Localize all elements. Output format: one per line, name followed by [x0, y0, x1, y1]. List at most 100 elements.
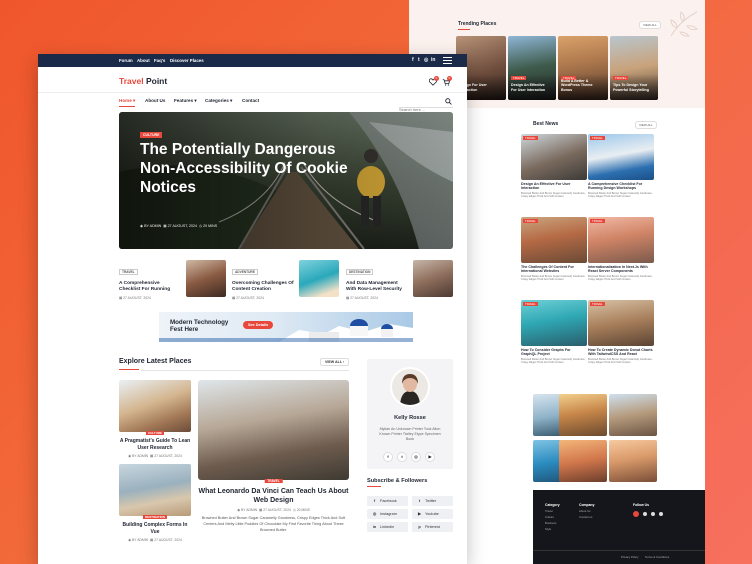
best-news-view-all[interactable]: VIEW ALL: [635, 121, 657, 129]
youtube-follow-button[interactable]: ▶ Youtube: [412, 509, 453, 519]
mini-post-tag[interactable]: ADVENTURE: [232, 269, 258, 275]
post-card-tag[interactable]: CULTURE: [145, 431, 165, 435]
author-name[interactable]: Kelly Rosse: [367, 415, 453, 421]
news-tag: TRAVEL: [590, 302, 605, 306]
gallery-image[interactable]: [609, 394, 657, 436]
post-card[interactable]: DESTINATION Building Complex Forms In Vu…: [119, 464, 191, 542]
trending-view-all[interactable]: VIEW ALL: [639, 21, 661, 29]
footer-link[interactable]: About Us: [579, 509, 591, 513]
post-card-title[interactable]: A Pragmatist's Guide To Lean User Resear…: [119, 438, 191, 451]
gallery-image[interactable]: [559, 394, 607, 436]
facebook-icon[interactable]: f: [383, 452, 393, 462]
explore-view-all[interactable]: VIEW ALL ›: [320, 358, 350, 366]
twitter-icon[interactable]: [643, 512, 647, 516]
mini-post[interactable]: DESTINATION And Data Management With Row…: [346, 260, 453, 300]
site-logo[interactable]: Travel Point: [119, 76, 167, 86]
topbar-link-forum[interactable]: Forum: [119, 58, 133, 63]
mini-post-tag[interactable]: DESTINATION: [346, 269, 374, 275]
trending-card[interactable]: TRAVEL Build A Better & WordPress Theme …: [558, 36, 608, 100]
nav-categories[interactable]: Categories ▾: [205, 98, 232, 104]
terms-link[interactable]: Terms & Conditions: [645, 555, 669, 559]
mini-post-title[interactable]: Overcoming Challenges Of Content Creatio…: [232, 281, 294, 293]
news-card[interactable]: TRAVEL The Challenges Of Content For Int…: [521, 217, 587, 282]
facebook-follow-button[interactable]: f Facebook: [367, 496, 408, 506]
nav-home[interactable]: Home ▾: [119, 98, 135, 104]
news-card[interactable]: TRAVEL How To Consider Graphs For GraphQ…: [521, 300, 587, 365]
news-card[interactable]: TRAVEL Internationalization In Next.Js W…: [588, 217, 654, 282]
instagram-icon[interactable]: [651, 512, 655, 516]
hero-title[interactable]: The Potentially Dangerous Non-Accessibil…: [140, 140, 360, 197]
nav-about-us[interactable]: About Us: [145, 98, 165, 103]
mini-post-thumb[interactable]: [413, 260, 453, 297]
footer-link[interactable]: Style: [545, 527, 551, 531]
trending-card[interactable]: TRAVEL Tips To Design Your Powerful Stor…: [610, 36, 658, 100]
mini-post-title[interactable]: And Data Management With Row-Level Secur…: [346, 281, 408, 293]
pinterest-follow-button[interactable]: p Pinterest: [412, 522, 453, 532]
twitter-icon[interactable]: t: [418, 57, 420, 63]
topbar-link-faqs[interactable]: Faq's: [154, 58, 165, 63]
news-title: Internationalization In Next.Js With Rea…: [588, 265, 648, 274]
linkedin-icon: in: [372, 525, 377, 529]
nav-contact[interactable]: Contact: [242, 98, 259, 103]
privacy-link[interactable]: Privacy Policy: [621, 555, 638, 559]
youtube-icon[interactable]: [659, 512, 663, 516]
mini-post[interactable]: TRAVEL A Comprehensive Checklist For Run…: [119, 260, 226, 300]
instagram-icon[interactable]: ◎: [424, 57, 428, 63]
post-card-image[interactable]: DESTINATION: [119, 464, 191, 519]
gallery-image[interactable]: [609, 440, 657, 482]
post-card-author: BY ADMIN: [131, 454, 149, 458]
featured-post-tag[interactable]: TRAVEL: [264, 479, 283, 483]
trending-card[interactable]: TRAVEL Design An Effective For User Inte…: [508, 36, 556, 100]
logo-point: Point: [145, 76, 168, 86]
hamburger-menu-icon[interactable]: [443, 57, 452, 64]
footer-follow-title: Follow Us: [633, 503, 650, 507]
twitter-icon[interactable]: t: [397, 452, 407, 462]
footer-link[interactable]: Travel: [545, 509, 553, 513]
mini-post-thumb[interactable]: [299, 260, 339, 297]
gallery-image[interactable]: [559, 440, 607, 482]
hero-tag[interactable]: CULTURE: [140, 132, 163, 138]
facebook-icon[interactable]: f: [412, 57, 414, 63]
mini-post-title[interactable]: A Comprehensive Checklist For Running: [119, 281, 181, 293]
linkedin-icon[interactable]: in: [431, 57, 435, 63]
post-card-tag[interactable]: DESTINATION: [142, 515, 168, 519]
footer-link[interactable]: Business: [545, 521, 556, 525]
footer-link[interactable]: Culture: [545, 515, 554, 519]
news-title: A Comprehensive Checklist For Running De…: [588, 182, 643, 191]
featured-post-title[interactable]: What Leonardo Da Vinci Can Teach Us Abou…: [198, 487, 349, 505]
mini-post-thumb[interactable]: [186, 260, 226, 297]
featured-post-read-time: 20 MINS: [296, 508, 310, 513]
post-card-image[interactable]: CULTURE: [119, 380, 191, 435]
trending-caption: Build A Better & WordPress Theme Bonus: [561, 79, 593, 92]
news-card[interactable]: TRAVEL Design An Effective For User Inte…: [521, 134, 587, 199]
news-title: How To Create Dynamic Donut Charts With …: [588, 348, 653, 357]
mini-post-tag[interactable]: TRAVEL: [119, 269, 138, 275]
news-desc: Browned Butter And Brown Sugar Caramelly…: [521, 274, 586, 282]
featured-post-date: 27 AUGUST, 2024: [263, 508, 291, 513]
news-card[interactable]: TRAVEL How To Create Dynamic Donut Chart…: [588, 300, 654, 365]
see-details-button[interactable]: See Details: [243, 321, 274, 329]
promo-banner[interactable]: Modern Technology Fest Here See Details: [159, 312, 413, 342]
topbar-link-discover[interactable]: Discover Places: [170, 58, 204, 63]
trending-caption: Design An Effective For User Interaction: [511, 83, 546, 92]
nav-features[interactable]: Features ▾: [174, 98, 197, 104]
instagram-follow-button[interactable]: ◎ Instagram: [367, 509, 408, 519]
pinterest-icon: p: [418, 525, 421, 529]
post-card-title[interactable]: Building Complex Forms In Vue: [119, 522, 191, 535]
hero-post[interactable]: CULTURE The Potentially Dangerous Non-Ac…: [119, 112, 453, 249]
footer-link[interactable]: Contact us: [579, 515, 592, 519]
instagram-icon[interactable]: ◎: [411, 452, 421, 462]
facebook-icon[interactable]: [633, 511, 639, 517]
featured-post[interactable]: TRAVEL What Leonardo Da Vinci Can Teach …: [198, 380, 349, 534]
twitter-follow-button[interactable]: t Twitter: [412, 496, 453, 506]
mini-post[interactable]: ADVENTURE Overcoming Challenges Of Conte…: [232, 260, 339, 300]
post-card[interactable]: CULTURE A Pragmatist's Guide To Lean Use…: [119, 380, 191, 458]
linkedin-follow-button[interactable]: in Linkedin: [367, 522, 408, 532]
hero-read-time: 20 MINS: [203, 224, 218, 228]
featured-post-image[interactable]: TRAVEL: [198, 380, 349, 483]
search-icon[interactable]: [445, 98, 452, 105]
news-card[interactable]: TRAVEL A Comprehensive Checklist For Run…: [588, 134, 654, 199]
youtube-icon[interactable]: ▶: [425, 452, 435, 462]
avatar[interactable]: [390, 367, 430, 407]
topbar-link-about[interactable]: About: [137, 58, 150, 63]
